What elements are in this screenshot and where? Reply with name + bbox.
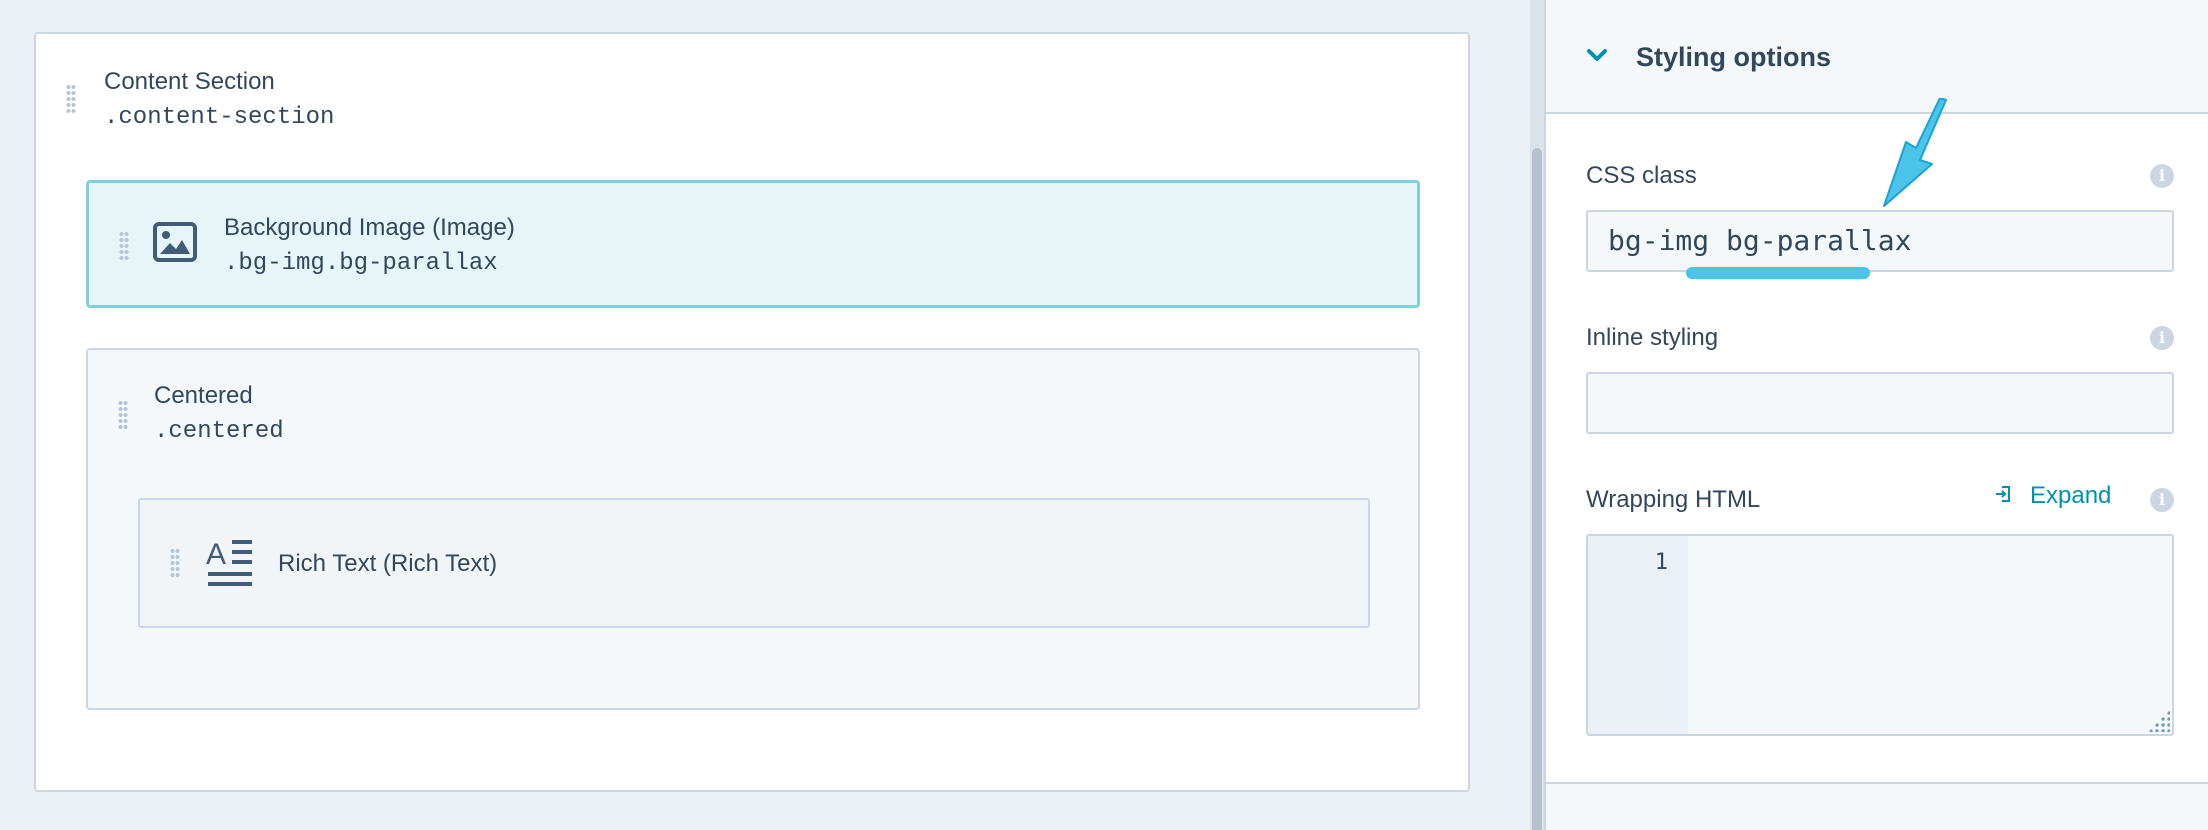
inline-styling-input[interactable] [1586,372,2174,434]
line-number: 1 [1654,550,1668,575]
background-image-module[interactable]: Background Image (Image) .bg-img.bg-para… [86,180,1420,308]
drag-handle-icon[interactable] [118,400,128,430]
layout-canvas: Content Section .content-section Backgro… [0,0,1530,830]
chevron-down-icon[interactable] [1586,48,1608,67]
rich-text-module[interactable]: A Rich Text (Rich Text) [138,498,1370,628]
content-section-block[interactable]: Content Section .content-section Backgro… [34,32,1470,792]
drag-handle-icon[interactable] [66,84,76,114]
info-icon[interactable]: i [2150,164,2174,188]
group-title: Centered [154,382,253,409]
panel-splitter[interactable] [1530,0,1544,830]
styling-options-header[interactable]: Styling options [1546,0,2208,114]
info-icon[interactable]: i [2150,326,2174,350]
section-title: Content Section [104,68,275,95]
drag-handle-icon[interactable] [119,231,129,261]
panel-title: Styling options [1636,42,1831,72]
expand-link[interactable]: Expand [2030,482,2111,510]
resize-handle-icon[interactable] [2148,710,2170,732]
inline-styling-label: Inline styling [1586,324,1719,351]
drag-handle-icon[interactable] [170,548,180,578]
scrollbar-thumb[interactable] [1532,148,1542,830]
group-class-name: .centered [154,418,284,445]
info-icon[interactable]: i [2150,488,2174,512]
centered-group[interactable]: Centered .centered A Rich Text (Rich Tex… [86,348,1420,710]
expand-icon[interactable] [1994,484,2014,509]
css-class-input[interactable]: bg-img bg-parallax [1586,210,2174,272]
module-title: Background Image (Image) [224,214,515,241]
rich-text-icon: A [206,538,254,593]
css-class-label: CSS class [1586,162,1697,189]
wrapping-html-editor[interactable]: 1 [1586,534,2174,736]
panel-body: CSS class i bg-img bg-parallax Inline st… [1546,114,2208,784]
svg-text:A: A [206,538,226,571]
module-class-name: .bg-img.bg-parallax [224,250,498,277]
pointer-arrow-icon [1880,97,1960,217]
styling-options-panel: Styling options CSS class i bg-img bg-pa… [1544,0,2208,830]
line-number-gutter: 1 [1588,536,1688,734]
image-icon [153,222,197,267]
section-class-name: .content-section [104,104,335,131]
module-title: Rich Text (Rich Text) [278,550,498,577]
highlight-underline [1686,267,1870,279]
wrapping-html-label: Wrapping HTML [1586,486,1761,513]
